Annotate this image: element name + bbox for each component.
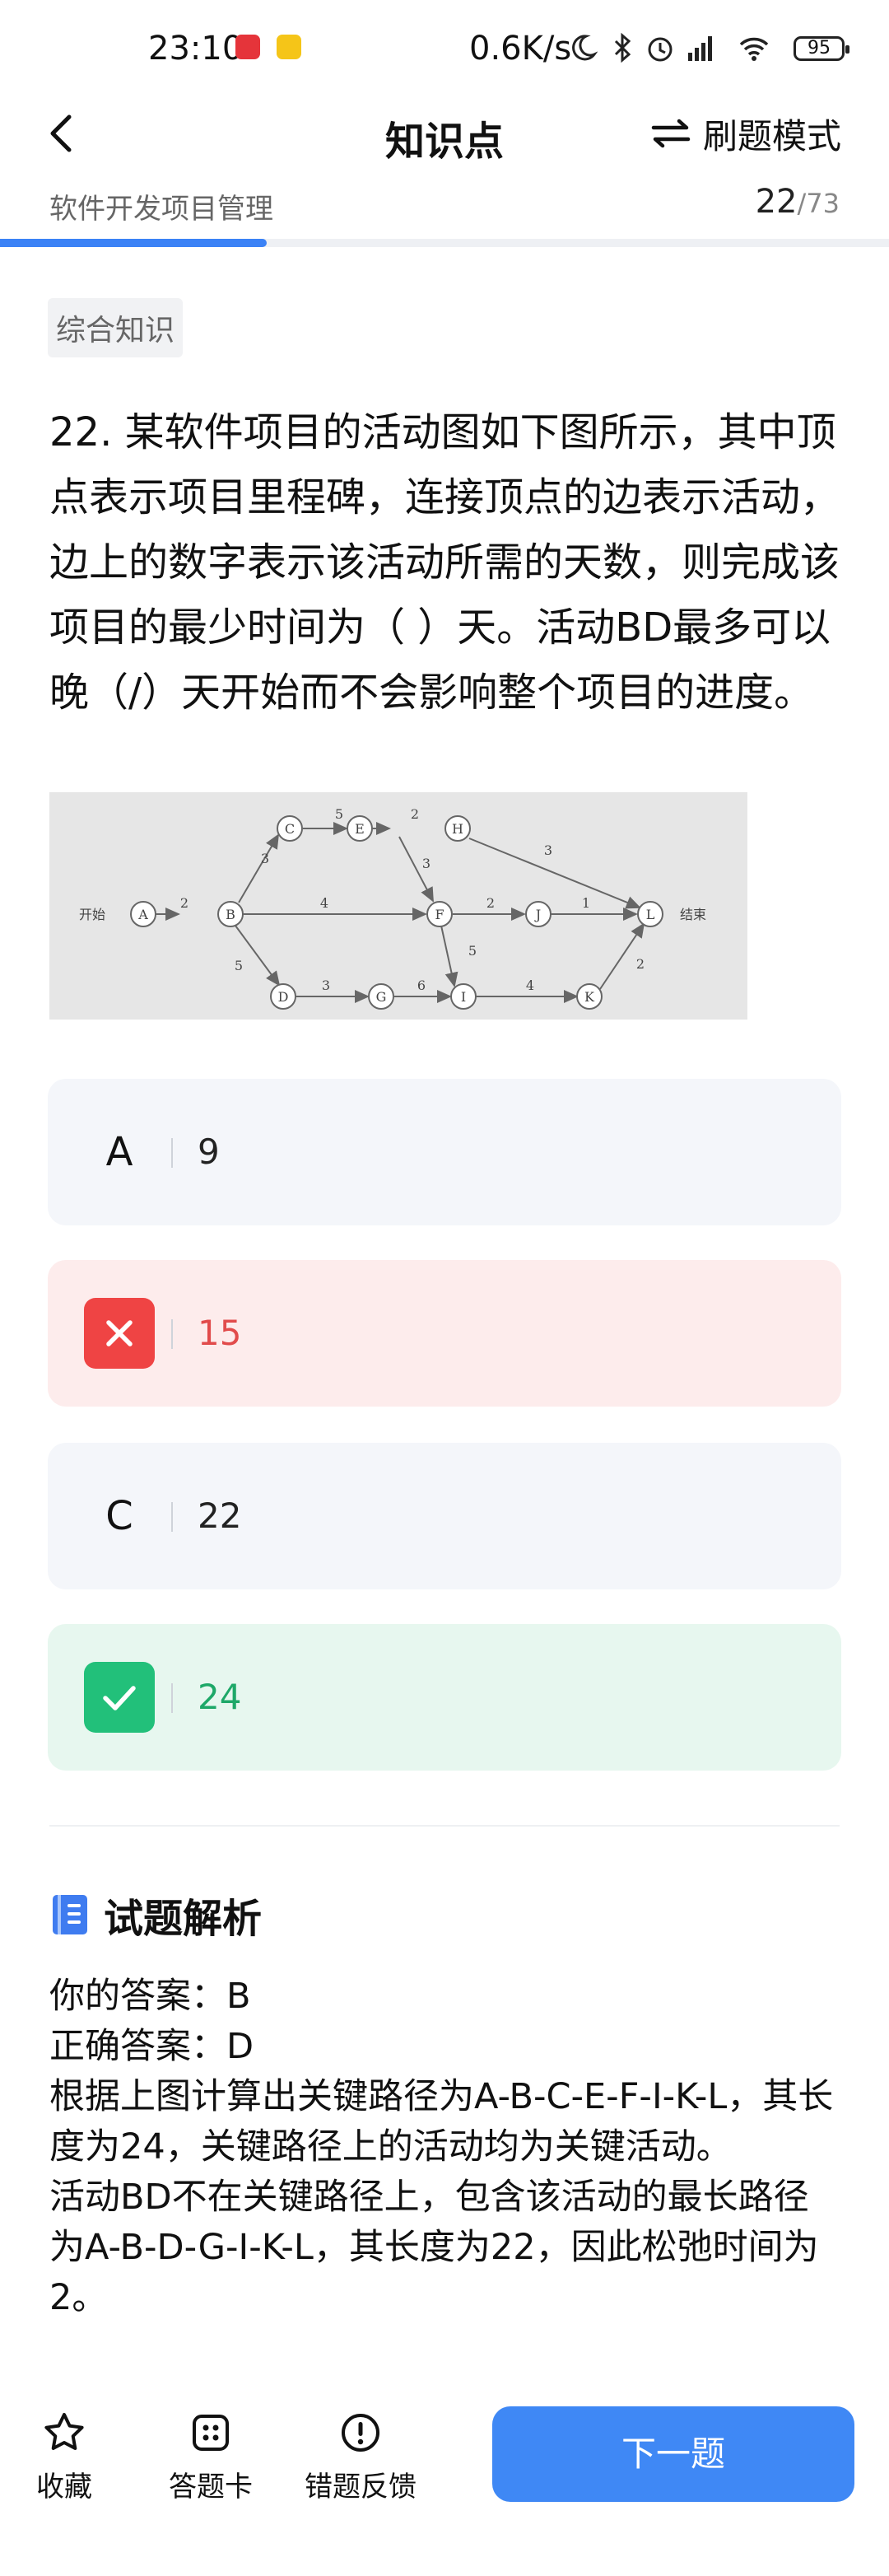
edge-weight: 1 — [582, 895, 590, 911]
edge-weight: 4 — [526, 978, 534, 993]
analysis-header: 试题解析 — [49, 1886, 262, 1944]
answer-card-button[interactable]: 答题卡 — [153, 2410, 268, 2504]
battery-indicator: 95 — [794, 36, 849, 61]
option-value: 24 — [198, 1677, 242, 1717]
edge-weight: 2 — [411, 806, 419, 822]
option-value: 15 — [198, 1313, 242, 1353]
node-label: H — [452, 821, 463, 837]
node-label: F — [435, 907, 444, 922]
activity-diagram: A B C E H F J L D G I K 2 3 5 2 3 3 4 2 … — [49, 792, 747, 1020]
end-label: 结束 — [680, 907, 706, 922]
edge-weight: 3 — [322, 978, 330, 993]
option-d[interactable]: 24 — [48, 1624, 841, 1771]
edge-weight: 4 — [320, 895, 328, 911]
notification-app-icon — [277, 35, 301, 59]
favorite-label: 收藏 — [36, 2471, 92, 2504]
question-text: 22. 某软件项目的活动图如下图所示，其中顶点表示项目里程碑，连接顶点的边表示活… — [49, 409, 840, 716]
progress-bar-fill — [0, 239, 267, 247]
practice-mode-button[interactable]: 刷题模式 — [650, 107, 841, 160]
option-separator — [171, 1683, 173, 1713]
progress-bar — [0, 239, 889, 247]
edge-weight: 2 — [636, 956, 645, 972]
swap-arrows-icon — [651, 119, 691, 148]
bottom-action-bar: 收藏 答题卡 错题反馈 下一题 — [0, 2372, 889, 2576]
node-label: I — [461, 989, 466, 1005]
book-icon — [53, 1895, 87, 1934]
node-label: C — [285, 821, 295, 837]
option-key: C — [105, 1493, 133, 1539]
answer-card-label: 答题卡 — [169, 2471, 253, 2504]
moon-icon — [572, 35, 598, 61]
error-feedback-button[interactable]: 错题反馈 — [303, 2410, 418, 2504]
start-label: 开始 — [79, 907, 105, 922]
option-value: 22 — [198, 1496, 242, 1536]
edge-weight: 2 — [486, 895, 495, 911]
status-time: 23:10 — [148, 30, 244, 68]
node-label: L — [646, 907, 655, 922]
edge-weight: 3 — [544, 842, 552, 858]
node-label: D — [278, 989, 289, 1005]
notification-app-icon — [235, 35, 260, 59]
next-question-button[interactable]: 下一题 — [492, 2406, 854, 2502]
alert-icon — [342, 2414, 379, 2452]
check-icon — [103, 1686, 136, 1710]
wifi-icon — [739, 37, 769, 61]
section-divider — [49, 1825, 840, 1827]
correct-mark — [84, 1662, 155, 1733]
practice-mode-label: 刷题模式 — [702, 115, 841, 156]
explanation-paragraph: 根据上图计算出关键路径为A-B-C-E-F-I-K-L，其长度为24，关键路径上… — [49, 2076, 834, 2168]
option-b[interactable]: 15 — [48, 1260, 841, 1407]
edge-weight: 3 — [261, 851, 269, 866]
current-question-number: 22 — [755, 183, 798, 221]
question-counter: 22/73 — [756, 183, 840, 221]
option-key: A — [105, 1129, 133, 1175]
edge-weight: 5 — [468, 943, 477, 959]
subject-name: 软件开发项目管理 — [49, 193, 273, 226]
option-separator — [171, 1138, 173, 1168]
wrong-mark — [84, 1298, 155, 1369]
grid-card-icon — [193, 2415, 229, 2451]
edge-weight: 5 — [235, 958, 243, 973]
correct-answer: 正确答案：D — [49, 2026, 254, 2067]
option-c[interactable]: C 22 — [48, 1443, 841, 1589]
option-separator — [171, 1319, 173, 1349]
analysis-title: 试题解析 — [104, 1896, 263, 1942]
bluetooth-icon — [614, 32, 631, 63]
edge-weight: 2 — [180, 895, 189, 911]
node-label: G — [376, 989, 387, 1005]
star-icon — [44, 2413, 84, 2450]
app-header: 知识点 刷题模式 — [0, 91, 889, 181]
favorite-button[interactable]: 收藏 — [7, 2410, 122, 2504]
cross-icon — [106, 1320, 133, 1346]
error-feedback-label: 错题反馈 — [305, 2471, 417, 2504]
analysis-body: 你的答案：B 正确答案：D 根据上图计算出关键路径为A-B-C-E-F-I-K-… — [49, 1972, 840, 2323]
edge-weight: 5 — [335, 806, 343, 822]
node-label: J — [534, 907, 541, 922]
node-label: E — [355, 821, 365, 837]
network-speed: 0.6K/s — [469, 30, 572, 68]
node-label: A — [137, 907, 148, 922]
signal-icon — [688, 36, 712, 61]
option-value: 9 — [198, 1132, 220, 1172]
category-tag: 综合知识 — [48, 298, 184, 357]
your-answer: 你的答案：B — [49, 1976, 251, 2017]
option-a[interactable]: A 9 — [48, 1079, 841, 1225]
edge-weight: 6 — [417, 978, 426, 993]
node-label: K — [584, 989, 595, 1005]
option-separator — [171, 1502, 173, 1532]
edge-weight: 3 — [422, 856, 431, 871]
total-question-count: /73 — [797, 188, 840, 219]
subject-bar: 软件开发项目管理 22/73 — [49, 183, 840, 226]
explanation-paragraph: 活动BD不在关键路径上，包含该活动的最长路径为A-B-D-G-I-K-L，其长度… — [49, 2177, 819, 2318]
node-label: B — [226, 907, 235, 922]
status-bar: 23:10 0.6K/s 95 — [0, 0, 889, 91]
alarm-icon — [648, 37, 673, 62]
